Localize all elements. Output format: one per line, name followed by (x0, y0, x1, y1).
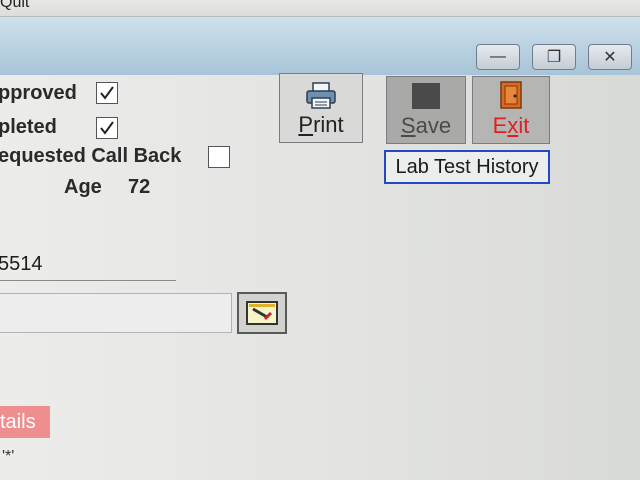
save-label: Save (400, 113, 452, 138)
lookup-button[interactable] (237, 292, 287, 334)
restore-button[interactable]: ❐ (532, 44, 576, 70)
check-icon (100, 86, 114, 100)
details-tab[interactable]: tails (0, 406, 50, 438)
approved-checkbox[interactable] (96, 82, 118, 104)
requested-call-back-checkbox[interactable] (208, 146, 230, 168)
requested-call-back-label: equested Call Back (0, 145, 182, 167)
exit-door-icon (500, 81, 522, 109)
print-label: Print (298, 112, 344, 137)
lookup-icon (246, 301, 278, 325)
check-icon (100, 121, 114, 135)
restore-icon: ❐ (546, 49, 562, 66)
field-underline (0, 280, 176, 281)
exit-button[interactable]: Exit (472, 76, 550, 144)
menu-strip: Quit (0, 0, 640, 17)
lab-test-history-button[interactable]: Lab Test History (384, 150, 550, 184)
menu-item-quit[interactable]: Quit (0, 0, 29, 12)
required-note: '*' (2, 448, 15, 465)
notes-input[interactable] (0, 293, 232, 333)
patient-number-value: 5514 (0, 253, 43, 275)
minimize-icon: — (490, 48, 506, 65)
completed-label: pleted (0, 116, 57, 138)
close-icon: ✕ (603, 49, 617, 66)
exit-label: Exit (492, 113, 530, 138)
close-button[interactable]: ✕ (588, 44, 632, 70)
age-label: Age (64, 176, 102, 198)
completed-checkbox[interactable] (96, 117, 118, 139)
age-value: 72 (128, 176, 151, 198)
minimize-button[interactable]: — (476, 44, 520, 70)
approved-label: pproved (0, 82, 77, 104)
save-icon (412, 83, 440, 109)
save-button[interactable]: Save (386, 76, 466, 144)
printer-icon (306, 82, 336, 109)
print-button[interactable]: Print (279, 73, 363, 143)
